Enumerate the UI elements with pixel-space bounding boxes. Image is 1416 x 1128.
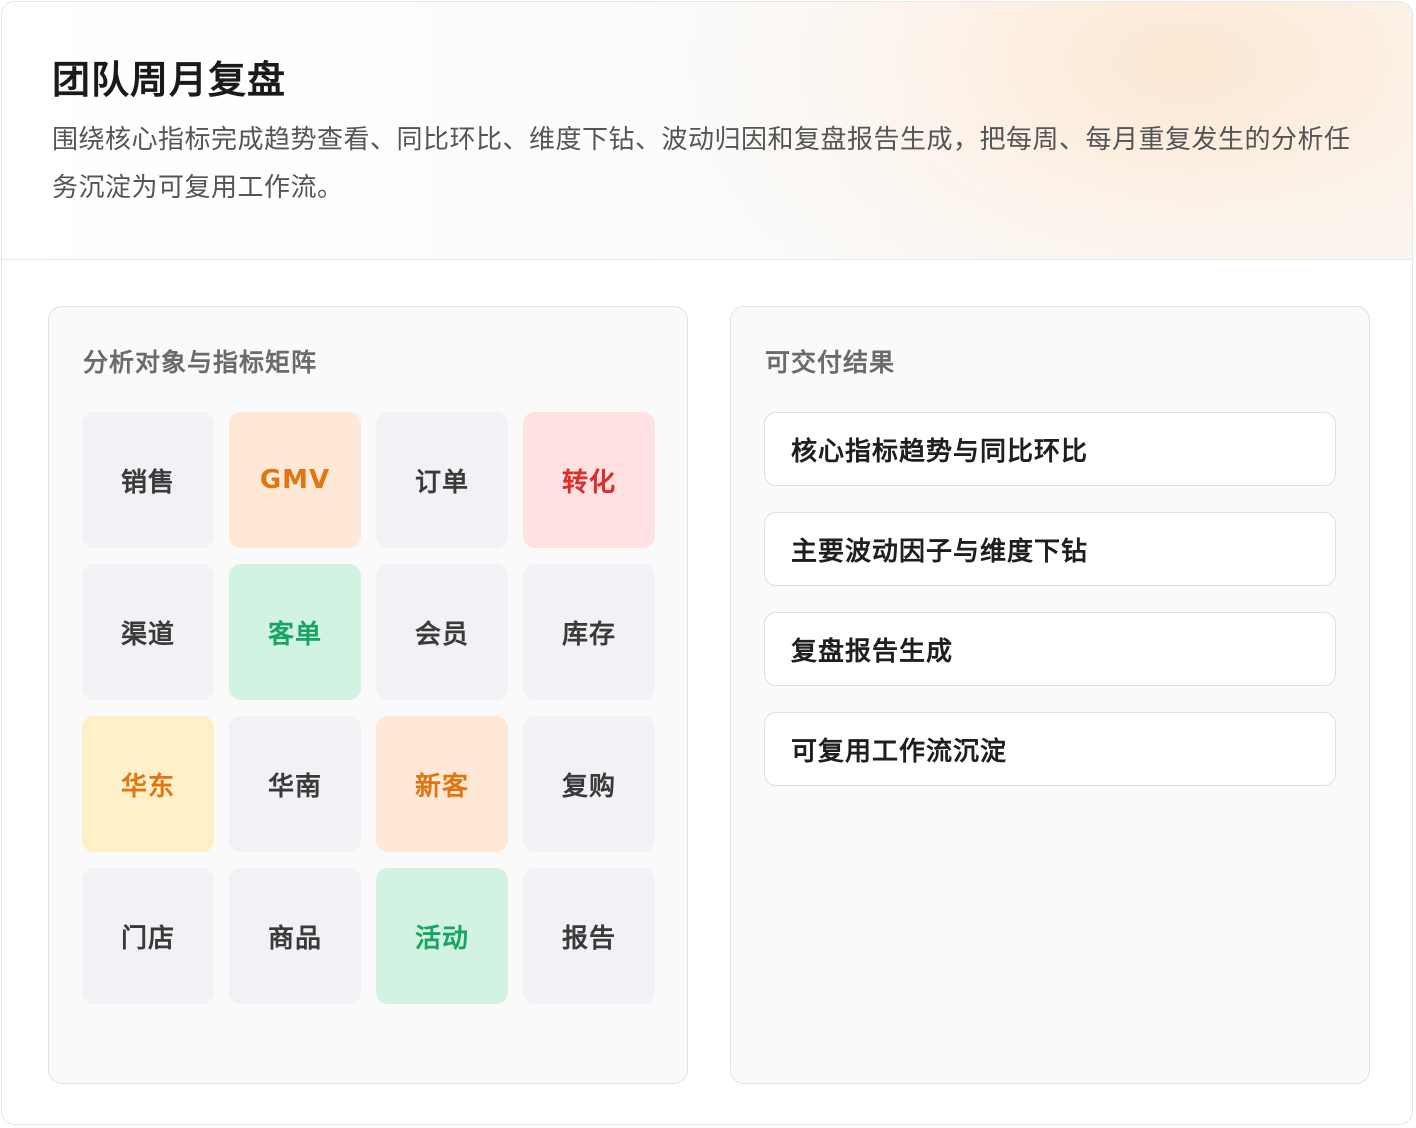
matrix-tile-label: 商品: [267, 923, 322, 954]
deliverable-item[interactable]: 复盘报告生成: [764, 612, 1336, 686]
matrix-tile-label: 销售: [120, 467, 175, 498]
matrix-tile[interactable]: 客单: [229, 564, 361, 700]
matrix-tile[interactable]: 报告: [523, 868, 655, 1004]
matrix-tile-label: 渠道: [120, 619, 175, 650]
matrix-tile-label: 库存: [561, 619, 616, 650]
matrix-tile-label: 会员: [414, 619, 469, 650]
deliverables-panel: 可交付结果 核心指标趋势与同比环比 主要波动因子与维度下钻 复盘报告生成 可复用…: [730, 306, 1370, 1084]
matrix-tile-label: 客单: [267, 619, 322, 650]
deliverable-label: 复盘报告生成: [791, 636, 954, 667]
deliverable-item[interactable]: 主要波动因子与维度下钻: [764, 512, 1336, 586]
review-card: 团队周月复盘 围绕核心指标完成趋势查看、同比环比、维度下钻、波动归因和复盘报告生…: [1, 1, 1413, 1125]
deliverables-panel-title: 可交付结果: [765, 348, 896, 377]
matrix-tile-label: 活动: [414, 923, 469, 954]
matrix-tile[interactable]: 订单: [376, 412, 508, 548]
matrix-tile-label: 门店: [120, 923, 175, 954]
matrix-tile[interactable]: 渠道: [82, 564, 214, 700]
matrix-tile[interactable]: 库存: [523, 564, 655, 700]
page-description: 围绕核心指标完成趋势查看、同比环比、维度下钻、波动归因和复盘报告生成，把每周、每…: [52, 125, 1351, 203]
matrix-tile-label: 订单: [414, 467, 469, 498]
deliverable-item[interactable]: 核心指标趋势与同比环比: [764, 412, 1336, 486]
matrix-tile-label: GMV: [259, 465, 331, 495]
matrix-tile[interactable]: 活动: [376, 868, 508, 1004]
deliverable-label: 主要波动因子与维度下钻: [791, 536, 1089, 567]
deliverable-item[interactable]: 可复用工作流沉淀: [764, 712, 1336, 786]
deliverable-label: 核心指标趋势与同比环比: [791, 436, 1089, 467]
matrix-tile[interactable]: 销售: [82, 412, 214, 548]
matrix-tile[interactable]: GMV: [229, 412, 361, 548]
header-section: 团队周月复盘 围绕核心指标完成趋势查看、同比环比、维度下钻、波动归因和复盘报告生…: [2, 2, 1412, 260]
matrix-tile[interactable]: 新客: [376, 716, 508, 852]
matrix-tile[interactable]: 华东: [82, 716, 214, 852]
deliverables-list: 核心指标趋势与同比环比 主要波动因子与维度下钻 复盘报告生成 可复用工作流沉淀: [764, 412, 1336, 812]
matrix-tile[interactable]: 商品: [229, 868, 361, 1004]
metric-matrix-grid: 销售 GMV 订单 转化 渠道 客单 会员 库存 华东 华南 新客 复购 门店 …: [82, 412, 655, 1004]
deliverable-label: 可复用工作流沉淀: [791, 736, 1008, 767]
matrix-panel-title: 分析对象与指标矩阵: [83, 348, 318, 377]
matrix-tile[interactable]: 会员: [376, 564, 508, 700]
page-title: 团队周月复盘: [52, 58, 287, 102]
matrix-tile-label: 转化: [561, 467, 616, 498]
matrix-tile-label: 复购: [561, 771, 616, 802]
matrix-tile-label: 报告: [561, 923, 616, 954]
matrix-tile[interactable]: 复购: [523, 716, 655, 852]
matrix-tile[interactable]: 转化: [523, 412, 655, 548]
matrix-panel: 分析对象与指标矩阵 销售 GMV 订单 转化 渠道 客单 会员 库存 华东 华南…: [48, 306, 688, 1084]
matrix-tile-label: 新客: [414, 771, 469, 802]
matrix-tile-label: 华南: [267, 771, 322, 802]
matrix-tile[interactable]: 华南: [229, 716, 361, 852]
matrix-tile[interactable]: 门店: [82, 868, 214, 1004]
matrix-tile-label: 华东: [120, 771, 175, 802]
